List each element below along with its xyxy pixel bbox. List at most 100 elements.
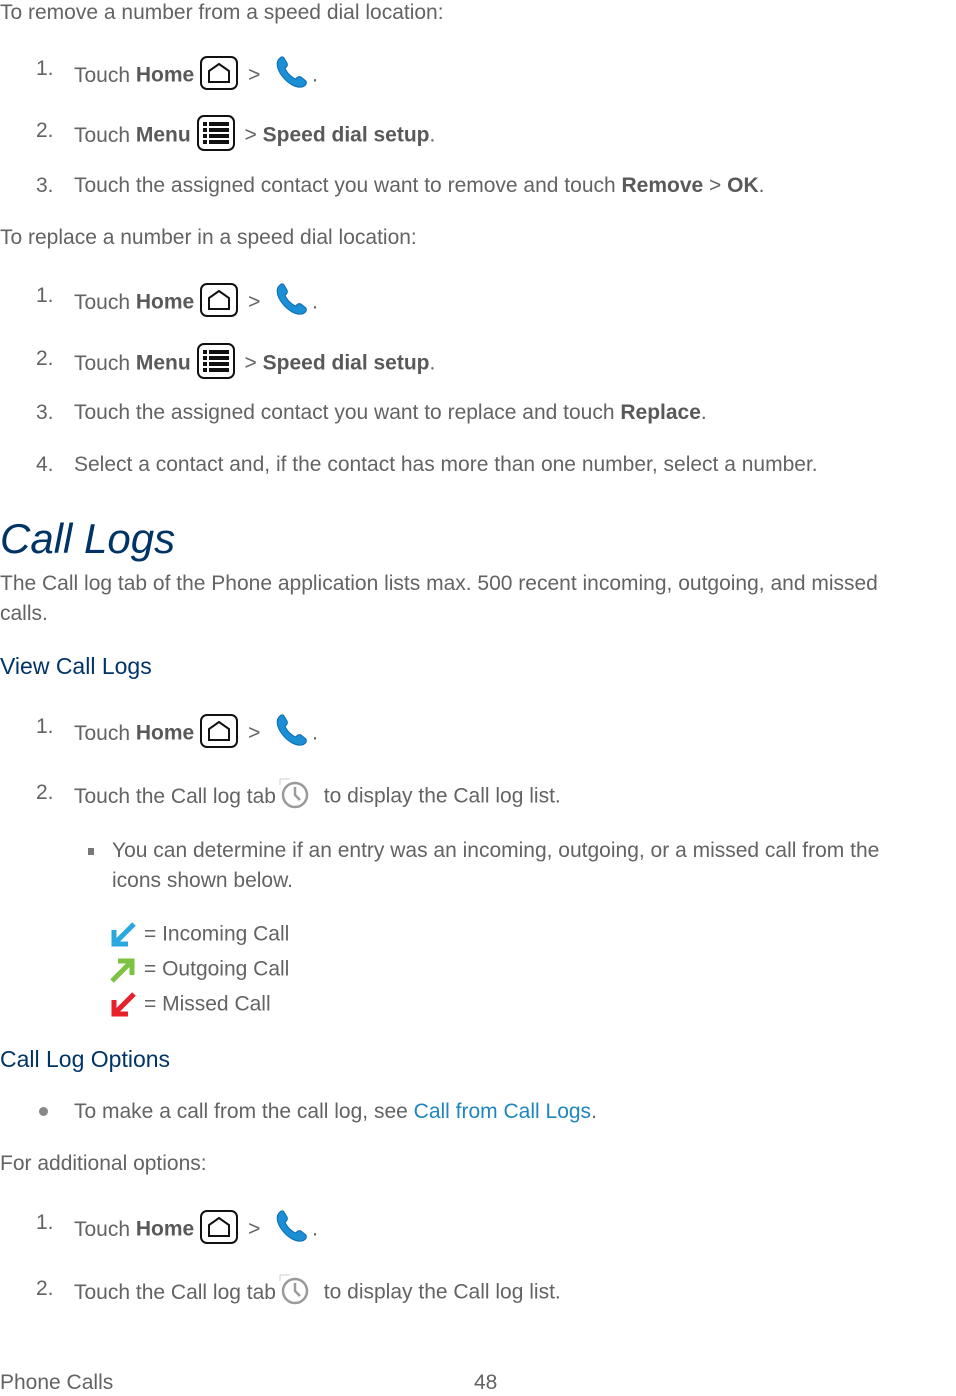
footer-section: Phone Calls [0, 1371, 114, 1394]
home-icon [200, 56, 239, 90]
menu-label: Menu [135, 123, 191, 147]
replace-step-1: 1. Touch Home > . [36, 283, 318, 323]
step-text: Select a contact and, if the contact has… [74, 453, 818, 476]
call-logs-desc-line1: The Call log tab of the Phone applicatio… [0, 572, 878, 595]
view-call-logs-heading: View Call Logs [0, 653, 152, 679]
step-text: Touch [74, 351, 136, 375]
step-number: 1. [36, 715, 54, 738]
call-logs-title: Call Logs [0, 515, 176, 562]
step-number: 1. [36, 57, 54, 80]
square-bullet [88, 848, 94, 855]
period: . [429, 351, 436, 375]
step-text: Touch [74, 290, 136, 314]
step-text: Touch the Call log tab [74, 1280, 276, 1304]
remove-step-2: 2. Touch Menu > Speed dial setup. [36, 115, 436, 154]
step-text: Touch [74, 1217, 136, 1241]
bullet-text: To make a call from the call log, see [74, 1100, 414, 1123]
home-icon [200, 1210, 239, 1244]
separator: > [238, 351, 263, 375]
remove-step-1: 1. Touch Home > . [36, 56, 318, 96]
clock-icon [278, 777, 312, 811]
separator: > [242, 290, 267, 314]
options-intro: For additional options: [0, 1152, 207, 1175]
step-text: Touch [74, 721, 136, 745]
step-text: Touch the Call log tab [74, 784, 276, 808]
step-text-end: to display the Call log list. [317, 1280, 561, 1304]
legend-label: = Outgoing Call [144, 957, 290, 981]
call-from-call-logs-link[interactable]: Call from Call Logs [414, 1100, 591, 1123]
view-step-2: 2. Touch the Call log tab to display the… [36, 780, 561, 814]
period: . [312, 63, 319, 87]
step-number: 2. [36, 347, 54, 370]
home-label: Home [135, 721, 195, 745]
legend-missed: = Missed Call [108, 990, 271, 1020]
period: . [758, 174, 765, 197]
period: . [312, 1217, 319, 1241]
replace-step-4: 4. Select a contact and, if the contact … [36, 452, 818, 478]
incoming-call-arrow-icon [111, 922, 136, 947]
replace-step-2: 2. Touch Menu > Speed dial setup. [36, 343, 436, 382]
options-step-2: 2. Touch the Call log tab to display the… [36, 1276, 561, 1310]
home-label: Home [135, 290, 195, 314]
step-text: Touch [74, 123, 136, 147]
separator: > [238, 123, 263, 147]
phone-icon [272, 52, 312, 92]
home-icon [200, 283, 239, 317]
step-number: 2. [36, 119, 54, 142]
menu-icon [196, 343, 235, 379]
step-text: Touch the assigned contact you want to r… [74, 174, 622, 197]
separator: > [703, 174, 728, 197]
step-number: 3. [36, 401, 54, 424]
step-text-end: to display the Call log list. [317, 784, 561, 808]
separator: > [242, 721, 267, 745]
round-bullet [39, 1107, 48, 1116]
step-text: Touch [74, 63, 136, 87]
step-number: 1. [36, 284, 54, 307]
options-step-1: 1. Touch Home > . [36, 1210, 318, 1250]
phone-icon [272, 279, 312, 319]
remove-intro: To remove a number from a speed dial loc… [0, 1, 444, 24]
period: . [312, 721, 319, 745]
speed-dial-setup-label: Speed dial setup [262, 123, 430, 147]
bullet-line2: icons shown below. [112, 869, 293, 892]
call-log-options-heading: Call Log Options [0, 1046, 171, 1072]
view-step-1: 1. Touch Home > . [36, 714, 318, 754]
step-number: 4. [36, 453, 54, 476]
separator: > [242, 1217, 267, 1241]
period: . [429, 123, 436, 147]
step-number: 2. [36, 1277, 54, 1300]
menu-label: Menu [135, 351, 191, 375]
ok-label: OK [727, 174, 759, 197]
phone-icon [272, 710, 312, 750]
period: . [591, 1100, 597, 1123]
call-logs-desc-line2: calls. [0, 602, 48, 625]
remove-step-3: 3. Touch the assigned contact you want t… [36, 173, 765, 199]
menu-icon [196, 115, 235, 151]
legend-outgoing: = Outgoing Call [108, 955, 289, 985]
separator: > [242, 63, 267, 87]
period: . [700, 401, 707, 424]
clock-icon [278, 1273, 312, 1307]
speed-dial-setup-label: Speed dial setup [262, 351, 430, 375]
replace-step-3: 3. Touch the assigned contact you want t… [36, 400, 707, 426]
replace-label: Replace [620, 401, 701, 424]
phone-icon [272, 1206, 312, 1246]
step-number: 1. [36, 1211, 54, 1234]
step-text: Touch the assigned contact you want to r… [74, 401, 621, 424]
options-bullet: To make a call from the call log, see Ca… [74, 1099, 597, 1125]
outgoing-call-arrow-icon [110, 958, 135, 983]
legend-incoming: = Incoming Call [108, 920, 289, 950]
home-label: Home [135, 63, 195, 87]
period: . [312, 290, 319, 314]
step-number: 2. [36, 781, 54, 804]
remove-label: Remove [621, 174, 704, 197]
replace-intro: To replace a number in a speed dial loca… [0, 226, 417, 249]
step-number: 3. [36, 174, 54, 197]
missed-call-arrow-icon [111, 992, 136, 1017]
legend-label: = Incoming Call [144, 922, 290, 946]
footer-page-number: 48 [474, 1371, 498, 1394]
home-icon [200, 714, 239, 748]
home-label: Home [135, 1217, 195, 1241]
legend-label: = Missed Call [144, 992, 271, 1016]
bullet-line1: You can determine if an entry was an inc… [112, 839, 880, 862]
